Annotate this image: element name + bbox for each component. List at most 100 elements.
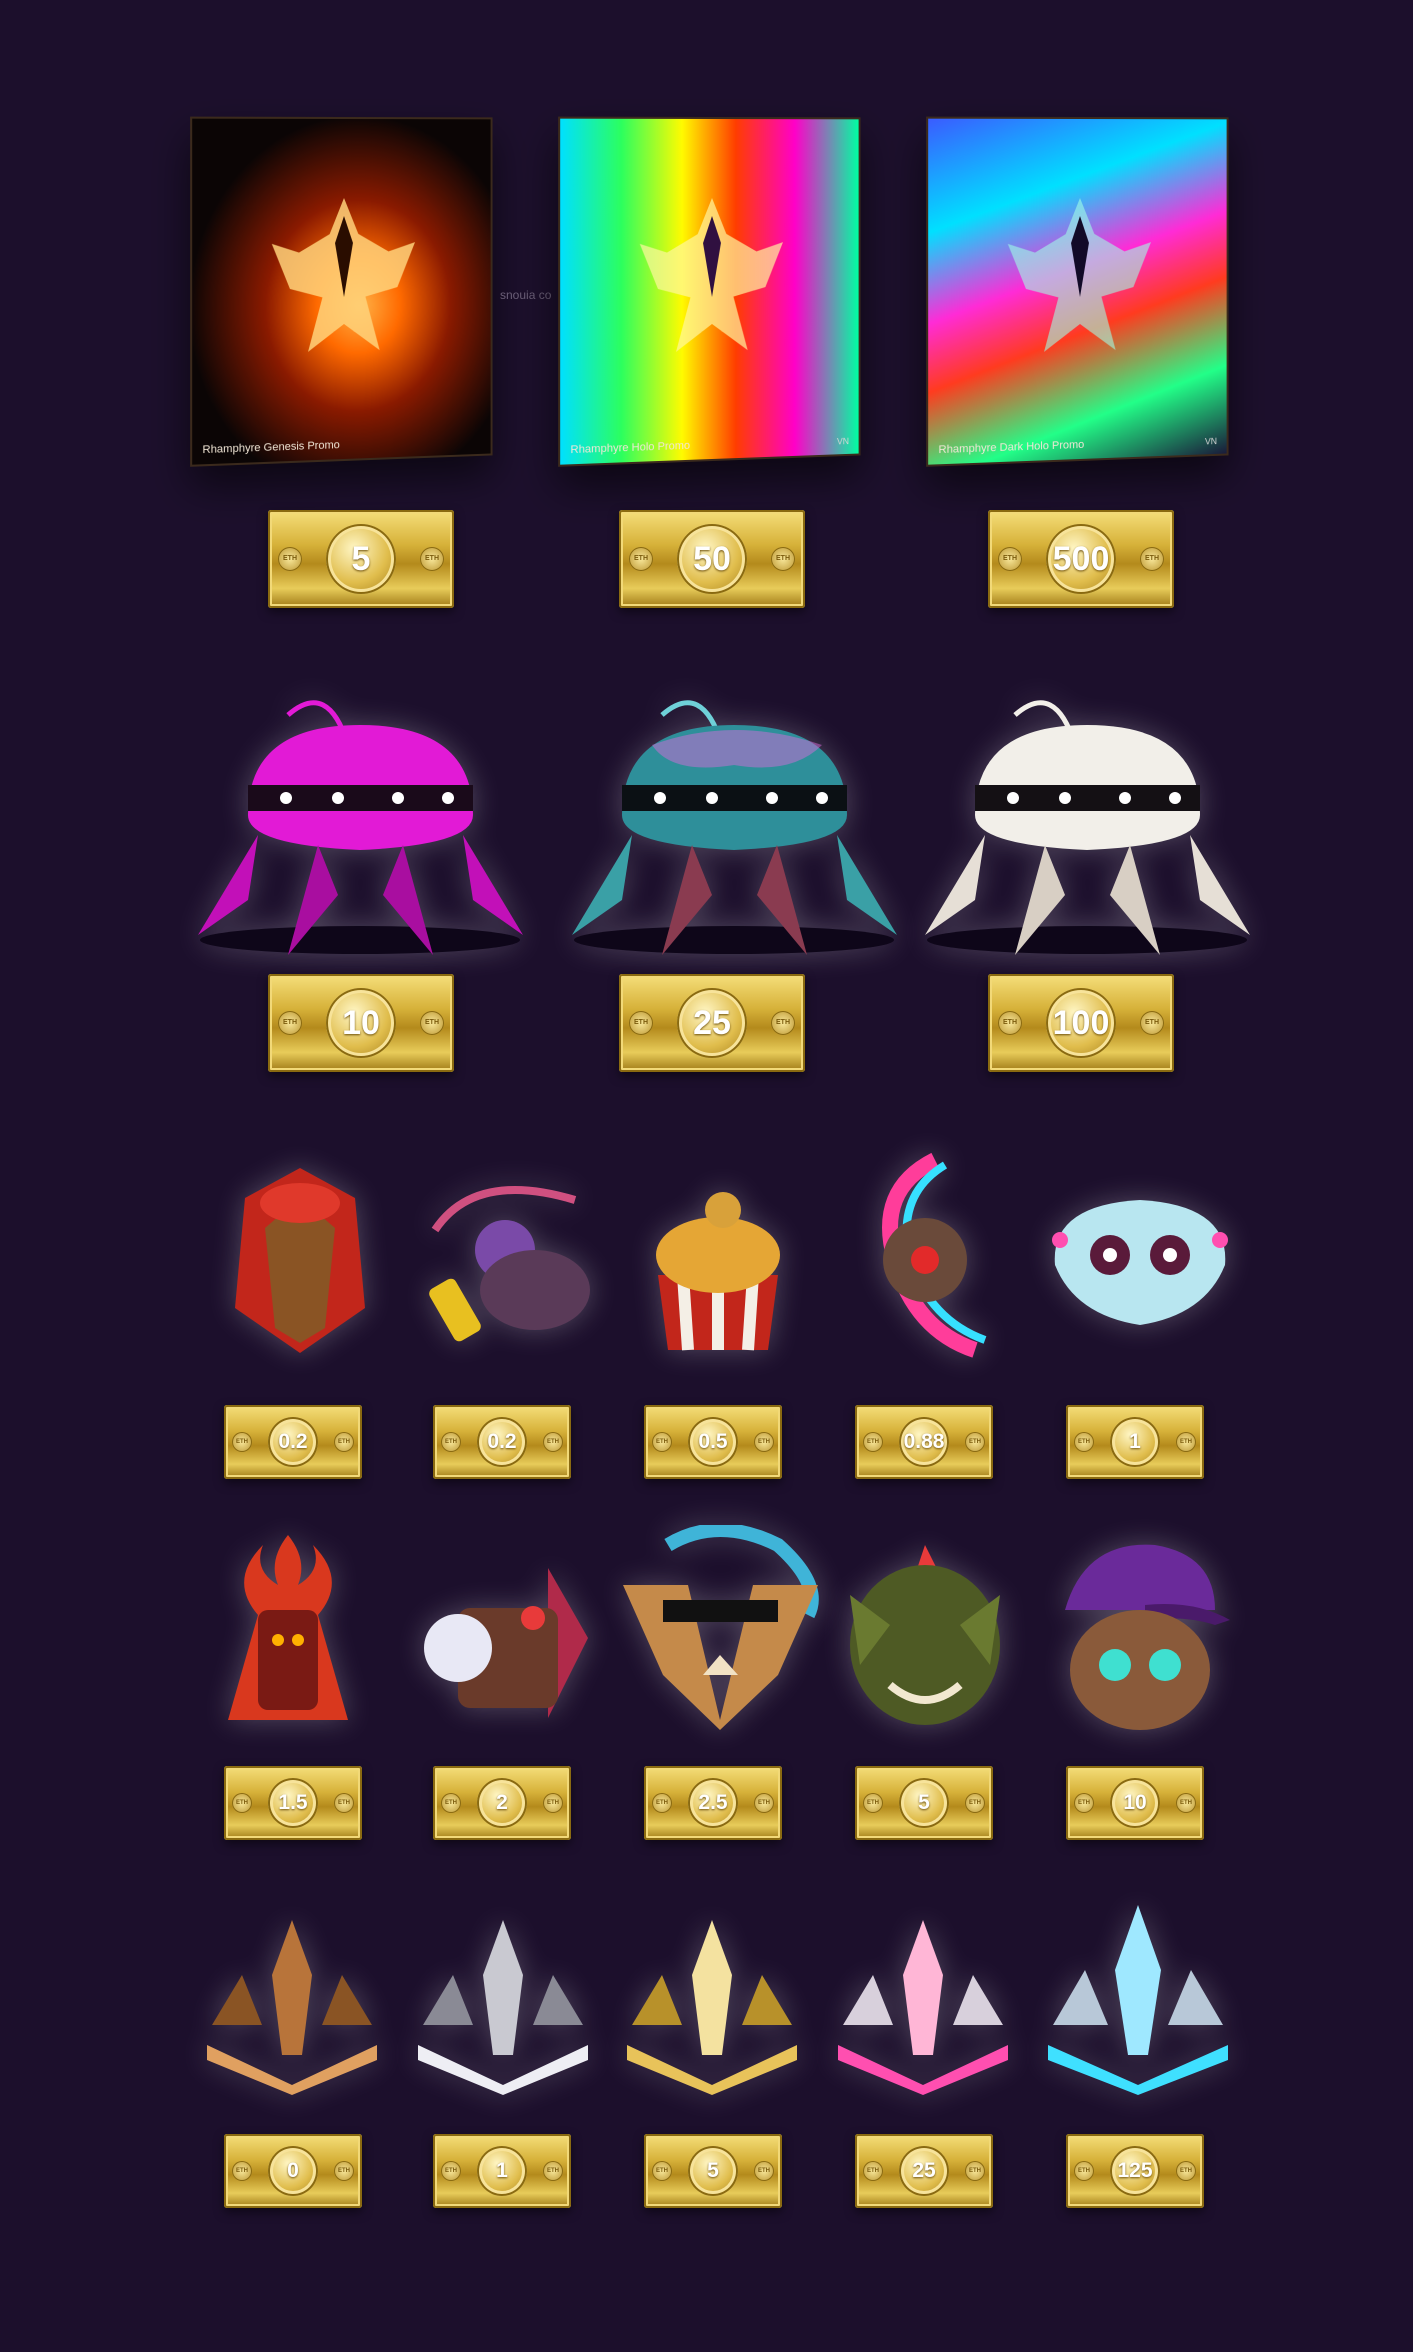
eth-badge: ETH bbox=[754, 2161, 774, 2181]
green-goblin-creature-icon[interactable] bbox=[830, 1535, 1020, 1745]
price-ticket[interactable]: ETH 0.2 ETH bbox=[433, 1405, 571, 1479]
gold-tier-icon[interactable] bbox=[622, 1915, 802, 2095]
crawler-robot-icon[interactable] bbox=[188, 685, 533, 975]
chicken-bucket-creature-icon[interactable] bbox=[628, 1165, 808, 1365]
price-ticket[interactable]: ETH 500 ETH bbox=[988, 510, 1174, 608]
crawler-robot-icon[interactable] bbox=[562, 685, 907, 975]
eth-badge: ETH bbox=[232, 1432, 252, 1452]
eth-badge: ETH bbox=[629, 1011, 653, 1035]
price-ticket[interactable]: ETH 2 ETH bbox=[433, 1766, 571, 1840]
eth-badge: ETH bbox=[754, 1432, 774, 1452]
eth-badge: ETH bbox=[652, 2161, 672, 2181]
price-value: 0 bbox=[268, 2146, 318, 2196]
price-ticket[interactable]: ETH 0.2 ETH bbox=[224, 1405, 362, 1479]
eth-badge: ETH bbox=[1176, 1432, 1196, 1452]
eth-badge: ETH bbox=[771, 1011, 795, 1035]
eth-badge: ETH bbox=[652, 1432, 672, 1452]
price-ticket[interactable]: ETH 25 ETH bbox=[619, 974, 805, 1072]
price-ticket[interactable]: ETH 0.88 ETH bbox=[855, 1405, 993, 1479]
promo-card-dark-holo[interactable]: Rhamphyre Dark Holo Promo VN bbox=[926, 117, 1228, 467]
blue-skull-creature-icon[interactable] bbox=[1035, 1185, 1245, 1335]
price-ticket[interactable]: ETH 100 ETH bbox=[988, 974, 1174, 1072]
price-value: 2 bbox=[477, 1778, 527, 1828]
card-corner-mark: VN bbox=[837, 436, 849, 446]
eth-badge: ETH bbox=[754, 1793, 774, 1813]
dragon-art bbox=[254, 160, 433, 401]
price-value: 500 bbox=[1046, 524, 1116, 594]
card-watermark: snouia co bbox=[500, 288, 551, 302]
eth-badge: ETH bbox=[965, 1432, 985, 1452]
price-ticket[interactable]: ETH 10 ETH bbox=[268, 974, 454, 1072]
eth-badge: ETH bbox=[1074, 2161, 1094, 2181]
eth-badge: ETH bbox=[998, 1011, 1022, 1035]
price-value: 0.88 bbox=[899, 1417, 949, 1467]
promo-card-genesis[interactable]: Rhamphyre Genesis Promo bbox=[190, 117, 492, 467]
card-caption: Rhamphyre Genesis Promo bbox=[202, 439, 339, 456]
pink-crystal-tier-icon[interactable] bbox=[833, 1915, 1013, 2095]
price-ticket[interactable]: ETH 10 ETH bbox=[1066, 1766, 1204, 1840]
eth-badge: ETH bbox=[998, 547, 1022, 571]
crawler-robot-icon[interactable] bbox=[915, 685, 1260, 975]
price-value: 0.5 bbox=[688, 1417, 738, 1467]
dragon-art bbox=[990, 160, 1169, 401]
price-ticket[interactable]: ETH 5 ETH bbox=[268, 510, 454, 608]
price-ticket[interactable]: ETH 1 ETH bbox=[433, 2134, 571, 2208]
red-bird-creature-icon[interactable] bbox=[215, 1158, 385, 1358]
promo-cards-section: Rhamphyre Genesis Promo snouia co Rhamph… bbox=[0, 0, 1413, 640]
eth-badge: ETH bbox=[863, 1432, 883, 1452]
eth-badge: ETH bbox=[334, 1432, 354, 1452]
eth-badge: ETH bbox=[652, 1793, 672, 1813]
price-ticket[interactable]: ETH 125 ETH bbox=[1066, 2134, 1204, 2208]
price-value: 10 bbox=[326, 988, 396, 1058]
eth-badge: ETH bbox=[863, 1793, 883, 1813]
cool-cat-creature-icon[interactable] bbox=[608, 1525, 833, 1740]
silver-tier-icon[interactable] bbox=[413, 1915, 593, 2095]
eth-badge: ETH bbox=[232, 1793, 252, 1813]
price-value: 5 bbox=[688, 2146, 738, 2196]
eth-badge: ETH bbox=[232, 2161, 252, 2181]
eth-badge: ETH bbox=[441, 1793, 461, 1813]
eth-badge: ETH bbox=[334, 2161, 354, 2181]
price-value: 1 bbox=[477, 2146, 527, 2196]
eth-badge: ETH bbox=[543, 1793, 563, 1813]
price-ticket[interactable]: ETH 2.5 ETH bbox=[644, 1766, 782, 1840]
mech-creature-icon[interactable] bbox=[418, 1548, 598, 1738]
price-ticket[interactable]: ETH 0.5 ETH bbox=[644, 1405, 782, 1479]
tier-badges-section: ETH 0 ETH ETH 1 ETH ETH 5 ETH ETH 25 ETH… bbox=[0, 1900, 1413, 2320]
price-ticket[interactable]: ETH 1 ETH bbox=[1066, 1405, 1204, 1479]
price-ticket[interactable]: ETH 50 ETH bbox=[619, 510, 805, 608]
eth-badge: ETH bbox=[863, 2161, 883, 2181]
eth-badge: ETH bbox=[420, 547, 444, 571]
eth-badge: ETH bbox=[278, 547, 302, 571]
price-ticket[interactable]: ETH 5 ETH bbox=[855, 1766, 993, 1840]
price-ticket[interactable]: ETH 25 ETH bbox=[855, 2134, 993, 2208]
eth-badge: ETH bbox=[441, 2161, 461, 2181]
price-ticket[interactable]: ETH 5 ETH bbox=[644, 2134, 782, 2208]
eth-badge: ETH bbox=[441, 1432, 461, 1452]
price-value: 0.2 bbox=[268, 1417, 318, 1467]
price-value: 25 bbox=[677, 988, 747, 1058]
price-ticket[interactable]: ETH 0 ETH bbox=[224, 2134, 362, 2208]
price-ticket[interactable]: ETH 1.5 ETH bbox=[224, 1766, 362, 1840]
eth-badge: ETH bbox=[278, 1011, 302, 1035]
purple-rhino-creature-icon[interactable] bbox=[415, 1170, 605, 1360]
eth-badge: ETH bbox=[965, 2161, 985, 2181]
price-value: 1 bbox=[1110, 1417, 1160, 1467]
price-value: 100 bbox=[1046, 988, 1116, 1058]
crawlers-section: ETH 10 ETH ETH 25 ETH ETH 100 ETH bbox=[0, 660, 1413, 1100]
lv-cap-creature-icon[interactable] bbox=[1045, 1530, 1235, 1740]
price-value: 5 bbox=[326, 524, 396, 594]
eth-badge: ETH bbox=[1074, 1793, 1094, 1813]
cyan-crystal-tier-icon[interactable] bbox=[1043, 1900, 1233, 2095]
rainbow-serpent-creature-icon[interactable] bbox=[855, 1150, 1015, 1370]
fire-golem-creature-icon[interactable] bbox=[198, 1530, 378, 1750]
bronze-tier-icon[interactable] bbox=[202, 1915, 382, 2095]
price-value: 125 bbox=[1110, 2146, 1160, 2196]
creatures-row-1: ETH 0.2 ETH ETH 0.2 ETH ETH 0.5 ETH ETH … bbox=[0, 1140, 1413, 1500]
price-value: 1.5 bbox=[268, 1778, 318, 1828]
price-value: 25 bbox=[899, 2146, 949, 2196]
eth-badge: ETH bbox=[543, 1432, 563, 1452]
eth-badge: ETH bbox=[420, 1011, 444, 1035]
eth-badge: ETH bbox=[965, 1793, 985, 1813]
promo-card-holo[interactable]: Rhamphyre Holo Promo VN bbox=[558, 117, 860, 467]
